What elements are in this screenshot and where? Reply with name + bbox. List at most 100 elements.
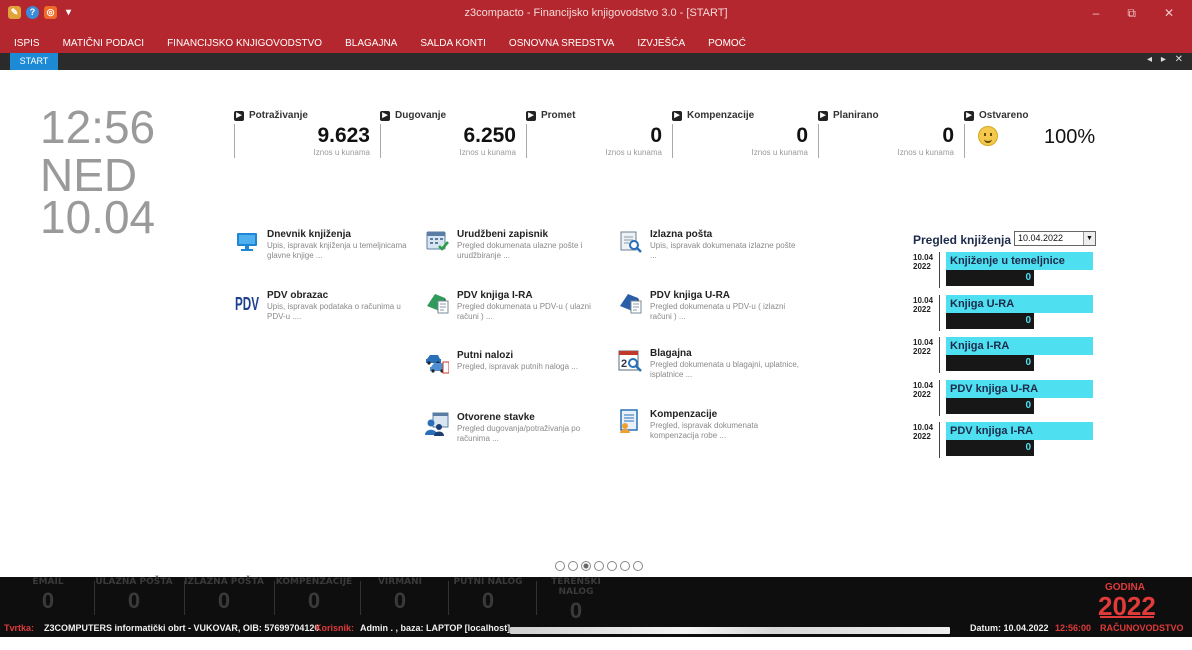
counter-label: ULAZNA POŠTA [95, 577, 173, 587]
kpi-label: Planirano [833, 110, 879, 121]
row-year: 2022 [913, 390, 931, 399]
counter-label: VIRMANI [377, 577, 423, 587]
window-controls: – ⧉ ✕ [1093, 6, 1174, 21]
row-value: 0 [946, 440, 1034, 456]
tile-title: PDV knjiga I-RA [457, 290, 533, 301]
status-firma-label: Tvrtka: [4, 623, 35, 633]
kpi-label: Potraživanje [249, 110, 308, 121]
pregled-row-pdv-knjiga-ira[interactable]: 10.04 2022 PDV knjiga I-RA 0 [913, 422, 1098, 460]
tab-start[interactable]: START [10, 53, 58, 70]
pregled-row-knjiga-ira[interactable]: 10.04 2022 Knjiga I-RA 0 [913, 337, 1098, 375]
pregled-row-temeljnice[interactable]: 10.04 2022 Knjiženje u temeljnice 0 [913, 252, 1098, 290]
kpi-value: 6.250 [463, 124, 516, 147]
kpi-promet[interactable]: ▶ Promet 0 Iznos u kunama [526, 110, 666, 160]
row-year: 2022 [913, 347, 931, 356]
page-dot[interactable] [607, 561, 617, 571]
clock-time: 12:56 [40, 101, 156, 153]
arrow-right-icon: ▶ [234, 110, 244, 121]
svg-text:PDV: PDV [235, 294, 259, 314]
counter-email[interactable]: EMAIL 0 [8, 577, 88, 619]
tile-title: Kompenzacije [650, 409, 718, 420]
menu-ispis[interactable]: ISPIS [14, 38, 40, 49]
counter-label: TERENSKI NALOG [551, 577, 601, 597]
menu-izvjesca[interactable]: IZVJEŠĆA [637, 38, 685, 49]
clock-date: 10.04 [40, 191, 156, 243]
tab-navigation-controls[interactable]: ◂ ▸ ✕ [1147, 54, 1186, 65]
counter-putni-nalog[interactable]: PUTNI NALOG 0 [448, 577, 528, 619]
pregled-row-knjiga-ura[interactable]: 10.04 2022 Knjiga U-RA 0 [913, 295, 1098, 333]
arrow-right-icon: ▶ [380, 110, 390, 121]
tile-description: Pregled dokumenata u PDV-u ( ulazni raču… [457, 302, 591, 321]
tile-title: Urudžbeni zapisnik [457, 229, 549, 240]
kpi-unit: Iznos u kunama [459, 148, 516, 157]
kpi-value: 0 [796, 124, 808, 147]
tile-title: PDV knjiga U-RA [650, 290, 731, 301]
counter-value: 0 [41, 588, 55, 613]
page-dot[interactable] [568, 561, 578, 571]
calendar-search-icon: 2 [618, 350, 642, 372]
tile-urudzbeni-zapisnik[interactable]: Urudžbeni zapisnik Pregled dokumenata ul… [425, 229, 615, 269]
kpi-unit: Iznos u kunama [751, 148, 808, 157]
tile-dnevnik-knjizenja[interactable]: Dnevnik knjiženja Upis, ispravak knjižen… [235, 229, 425, 269]
kpi-kompenzacije[interactable]: ▶ Kompenzacije 0 Iznos u kunama [672, 110, 812, 160]
pregled-date-select[interactable]: 10.04.2022 ▼ [1014, 231, 1096, 246]
tile-blagajna[interactable]: 2 Blagajna Pregled dokumenata u blagajni… [618, 348, 808, 388]
window-title: z3compacto - Financijsko knjigovodstvo 3… [464, 7, 728, 19]
minimize-button[interactable]: – [1093, 6, 1100, 21]
close-button[interactable]: ✕ [1164, 6, 1174, 21]
tile-pdv-knjiga-ira[interactable]: PDV knjiga I-RA Pregled dokumenata u PDV… [425, 290, 615, 330]
menu-osnovna-sredstva[interactable]: OSNOVNA SREDSTVA [509, 38, 614, 49]
page-dot[interactable] [620, 561, 630, 571]
tile-kompenzacije[interactable]: Kompenzacije Pregled, ispravak dokumenat… [618, 409, 808, 449]
kpi-dugovanje[interactable]: ▶ Dugovanje 6.250 Iznos u kunama [380, 110, 520, 160]
menu-financijsko-knjigovodstvo[interactable]: FINANCIJSKO KNJIGOVODSTVO [167, 38, 322, 49]
row-year: 2022 [913, 305, 931, 314]
kpi-label: Ostvareno [979, 110, 1029, 121]
kpi-planirano[interactable]: ▶ Planirano 0 Iznos u kunama [818, 110, 958, 160]
row-day: 10.04 [913, 296, 934, 305]
chevron-down-icon[interactable]: ▼ [1083, 232, 1095, 245]
restore-button[interactable]: ⧉ [1127, 6, 1136, 21]
row-value: 0 [946, 398, 1034, 414]
monitor-icon [237, 233, 257, 251]
counter-label: KOMPENZACIJE [275, 577, 353, 587]
menu-salda-konti[interactable]: SALDA KONTI [420, 38, 486, 49]
kpi-potrazivanje[interactable]: ▶ Potraživanje 9.623 Iznos u kunama [234, 110, 374, 160]
menu-maticni-podaci[interactable]: MATIČNI PODACI [63, 38, 144, 49]
row-year: 2022 [913, 262, 931, 271]
counter-value: 0 [393, 588, 407, 613]
smiley-icon [978, 126, 998, 146]
kpi-ostvareno[interactable]: ▶ Ostvareno 100% [964, 110, 1104, 160]
tile-description: Pregled, ispravak putnih naloga ... [457, 362, 578, 371]
counter-virmani[interactable]: VIRMANI 0 [360, 577, 440, 619]
tile-title: Putni nalozi [457, 350, 514, 361]
menu-blagajna[interactable]: BLAGAJNA [345, 38, 397, 49]
tile-izlazna-posta[interactable]: Izlazna pošta Upis, ispravak dokumenata … [618, 229, 808, 269]
row-day: 10.04 [913, 423, 934, 432]
counter-ulazna-posta[interactable]: ULAZNA POŠTA 0 [94, 577, 174, 619]
tile-title: Blagajna [650, 348, 692, 359]
arrow-right-icon: ▶ [672, 110, 682, 121]
page-dot[interactable] [633, 561, 643, 571]
row-year: 2022 [913, 432, 931, 441]
tile-pdv-obrazac[interactable]: PDV PDV obrazac Upis, ispravak podataka … [235, 290, 425, 330]
counter-terenski-nalog[interactable]: TERENSKI NALOG 0 [536, 577, 616, 623]
book-blue-icon [620, 294, 642, 314]
kpi-value: 0 [942, 124, 954, 147]
pregled-row-pdv-knjiga-ura[interactable]: 10.04 2022 PDV knjiga U-RA 0 [913, 380, 1098, 418]
page-dot[interactable] [555, 561, 565, 571]
tile-putni-nalozi[interactable]: Putni nalozi Pregled, ispravak putnih na… [425, 350, 615, 390]
book-green-icon [427, 294, 449, 314]
tile-pdv-knjiga-ura[interactable]: PDV knjiga U-RA Pregled dokumenata u PDV… [618, 290, 808, 330]
arrow-right-icon: ▶ [818, 110, 828, 121]
menu-pomoc[interactable]: POMOĆ [708, 38, 746, 49]
page-dot[interactable] [581, 561, 591, 571]
kpi-value: 100% [1044, 126, 1096, 148]
pregled-date-value: 10.04.2022 [1018, 233, 1064, 243]
counter-izlazna-posta[interactable]: IZLAZNA POŠTA 0 [184, 577, 264, 619]
kpi-label: Promet [541, 110, 576, 121]
page-dot[interactable] [594, 561, 604, 571]
tile-otvorene-stavke[interactable]: Otvorene stavke Pregled dugovanja/potraž… [425, 412, 615, 452]
menu-bar: ISPIS MATIČNI PODACI FINANCIJSKO KNJIGOV… [0, 34, 1192, 53]
counter-kompenzacije[interactable]: KOMPENZACIJE 0 [274, 577, 354, 619]
